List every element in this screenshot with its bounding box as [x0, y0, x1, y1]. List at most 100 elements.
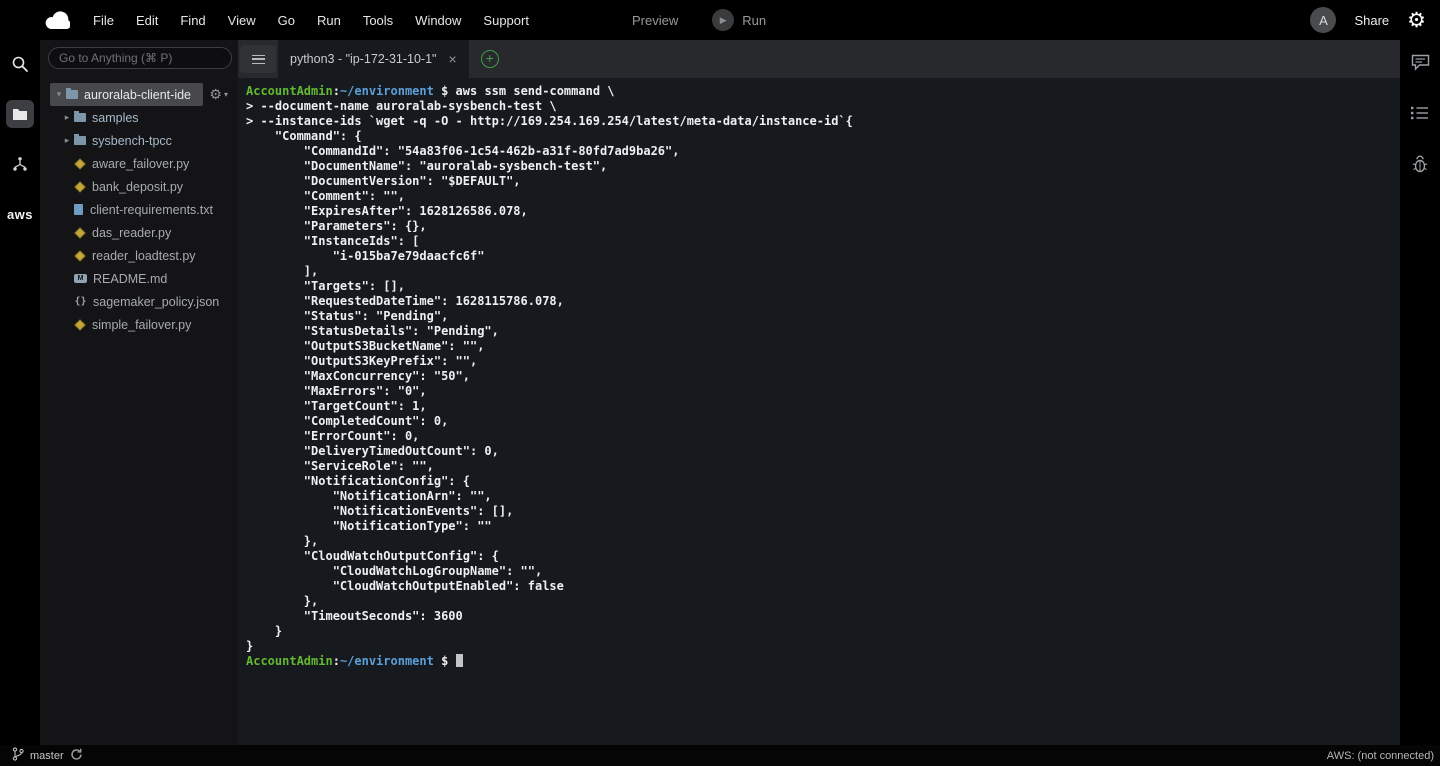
share-button[interactable]: Share — [1354, 13, 1389, 28]
tree-item-readme.md[interactable]: MREADME.md — [60, 267, 238, 290]
terminal-line: "DocumentVersion": "$DEFAULT", — [246, 174, 1392, 189]
aws-connection-status[interactable]: AWS: (not connected) — [1327, 750, 1434, 762]
tab-list-menu-button[interactable] — [240, 45, 276, 73]
tree-item-sysbench-tpcc[interactable]: ▸ sysbench-tpcc — [60, 129, 238, 152]
file-name: sysbench-tpcc — [92, 134, 172, 148]
menu-go[interactable]: Go — [267, 13, 306, 28]
git-branch-label[interactable]: master — [30, 750, 64, 762]
tree-settings-button[interactable]: ⚙ ▾ — [209, 86, 228, 103]
file-name: client-requirements.txt — [90, 203, 213, 217]
run-button[interactable]: ▶ Run — [712, 9, 766, 31]
avatar[interactable]: A — [1310, 7, 1336, 33]
terminal-line: ], — [246, 264, 1392, 279]
close-tab-icon[interactable]: × — [448, 52, 456, 66]
python-icon — [74, 181, 85, 192]
tree-children: ▸ samples ▸ sysbench-tpcc aware_failover.py… — [40, 106, 238, 336]
prompt-path: ~/environment — [340, 84, 434, 98]
terminal-line: "TimeoutSeconds": 3600 — [246, 609, 1392, 624]
terminal-line: "Status": "Pending", — [246, 309, 1392, 324]
chevron-down-icon[interactable]: ▾ — [52, 89, 66, 100]
prompt-dollar: $ — [434, 654, 456, 668]
debugger-icon[interactable] — [1412, 155, 1428, 178]
terminal-line: "ServiceRole": "", — [246, 459, 1392, 474]
terminal-line: AccountAdmin:~/environment $ — [246, 654, 1392, 669]
file-name: samples — [92, 111, 139, 125]
terminal-tab-label: python3 - "ip-172-31-10-1" — [290, 52, 436, 66]
tree-item-aware-failover.py[interactable]: aware_failover.py — [60, 152, 238, 175]
menu-window[interactable]: Window — [404, 13, 472, 28]
menu-tools[interactable]: Tools — [352, 13, 404, 28]
tree-item-root[interactable]: ▾ auroralab-client-ide — [50, 83, 203, 106]
terminal-line: "OutputS3KeyPrefix": "", — [246, 354, 1392, 369]
tree-item-reader-loadtest.py[interactable]: reader_loadtest.py — [60, 244, 238, 267]
menu-view[interactable]: View — [217, 13, 267, 28]
file-name: bank_deposit.py — [92, 180, 183, 194]
chevron-right-icon[interactable]: ▸ — [60, 135, 74, 146]
menu-support[interactable]: Support — [472, 13, 540, 28]
source-control-icon[interactable] — [6, 150, 34, 178]
terminal-line: "CommandId": "54a83f06-1c54-462b-a31f-80… — [246, 144, 1392, 159]
goto-anything-input[interactable] — [48, 47, 232, 69]
menu-find[interactable]: Find — [169, 13, 216, 28]
python-icon — [74, 227, 85, 238]
git-branch-icon[interactable] — [12, 747, 24, 764]
terminal-line: "NotificationArn": "", — [246, 489, 1392, 504]
file-name: das_reader.py — [92, 226, 171, 240]
terminal[interactable]: AccountAdmin:~/environment $ aws ssm sen… — [238, 78, 1400, 745]
terminal-line: "ExpiresAfter": 1628126586.078, — [246, 204, 1392, 219]
terminal-line: }, — [246, 594, 1392, 609]
app-menus: FileEditFindViewGoRunToolsWindowSupport — [82, 13, 540, 28]
terminal-line: "CloudWatchOutputConfig": { — [246, 549, 1392, 564]
terminal-line: "NotificationEvents": [], — [246, 504, 1392, 519]
left-icon-strip: aws — [0, 40, 40, 745]
tree-item-client-requirements.txt[interactable]: client-requirements.txt — [60, 198, 238, 221]
terminal-line: "InstanceIds": [ — [246, 234, 1392, 249]
status-bar: master AWS: (not connected) — [0, 745, 1440, 766]
terminal-line: "NotificationType": "" — [246, 519, 1392, 534]
python-icon — [74, 158, 85, 169]
search-icon[interactable] — [6, 50, 34, 78]
terminal-line: "CompletedCount": 0, — [246, 414, 1392, 429]
aws-toolkit-icon[interactable]: aws — [6, 200, 34, 228]
terminal-line: "Parameters": {}, — [246, 219, 1392, 234]
outline-icon[interactable] — [1411, 106, 1429, 125]
tree-item-bank-deposit.py[interactable]: bank_deposit.py — [60, 175, 238, 198]
menu-file[interactable]: File — [82, 13, 125, 28]
file-tree-panel: ⚙ ▾ ▾ auroralab-client-ide ▸ samples ▸ sysb… — [40, 40, 238, 745]
file-name: reader_loadtest.py — [92, 249, 196, 263]
file-tree-toggle-icon[interactable] — [6, 100, 34, 128]
terminal-tab[interactable]: python3 - "ip-172-31-10-1" × — [278, 40, 469, 78]
tree-item-das-reader.py[interactable]: das_reader.py — [60, 221, 238, 244]
root-folder-name: auroralab-client-ide — [84, 88, 191, 102]
folder-icon — [74, 136, 86, 145]
terminal-line: "StatusDetails": "Pending", — [246, 324, 1392, 339]
play-icon: ▶ — [712, 9, 734, 31]
tree-item-simple-failover.py[interactable]: simple_failover.py — [60, 313, 238, 336]
chevron-right-icon[interactable]: ▸ — [60, 112, 74, 123]
text-icon — [74, 204, 83, 215]
hamburger-icon — [252, 55, 265, 64]
cloud9-logo-icon[interactable] — [44, 11, 70, 29]
preview-button[interactable]: Preview — [632, 13, 678, 28]
prompt-user: AccountAdmin — [246, 84, 333, 98]
new-tab-button[interactable]: + — [481, 50, 499, 68]
collaborate-chat-icon[interactable] — [1411, 54, 1430, 76]
menu-edit[interactable]: Edit — [125, 13, 169, 28]
python-icon — [74, 250, 85, 261]
tree-item-samples[interactable]: ▸ samples — [60, 106, 238, 129]
folder-icon — [74, 113, 86, 122]
terminal-line: "DeliveryTimedOutCount": 0, — [246, 444, 1392, 459]
run-button-label: Run — [742, 13, 766, 28]
terminal-cursor — [456, 654, 463, 667]
terminal-line: "OutputS3BucketName": "", — [246, 339, 1392, 354]
menu-run[interactable]: Run — [306, 13, 352, 28]
tab-bar: python3 - "ip-172-31-10-1" × + — [238, 40, 1400, 78]
main-area: python3 - "ip-172-31-10-1" × + AccountAd… — [238, 40, 1400, 745]
settings-gear-icon[interactable]: ⚙ — [1407, 10, 1426, 31]
terminal-line: }, — [246, 534, 1392, 549]
sync-icon[interactable] — [70, 748, 83, 764]
prompt-dollar: $ — [434, 84, 456, 98]
terminal-line: "MaxErrors": "0", — [246, 384, 1392, 399]
terminal-line: AccountAdmin:~/environment $ aws ssm sen… — [246, 84, 1392, 99]
tree-item-sagemaker-policy.json[interactable]: {}sagemaker_policy.json — [60, 290, 238, 313]
